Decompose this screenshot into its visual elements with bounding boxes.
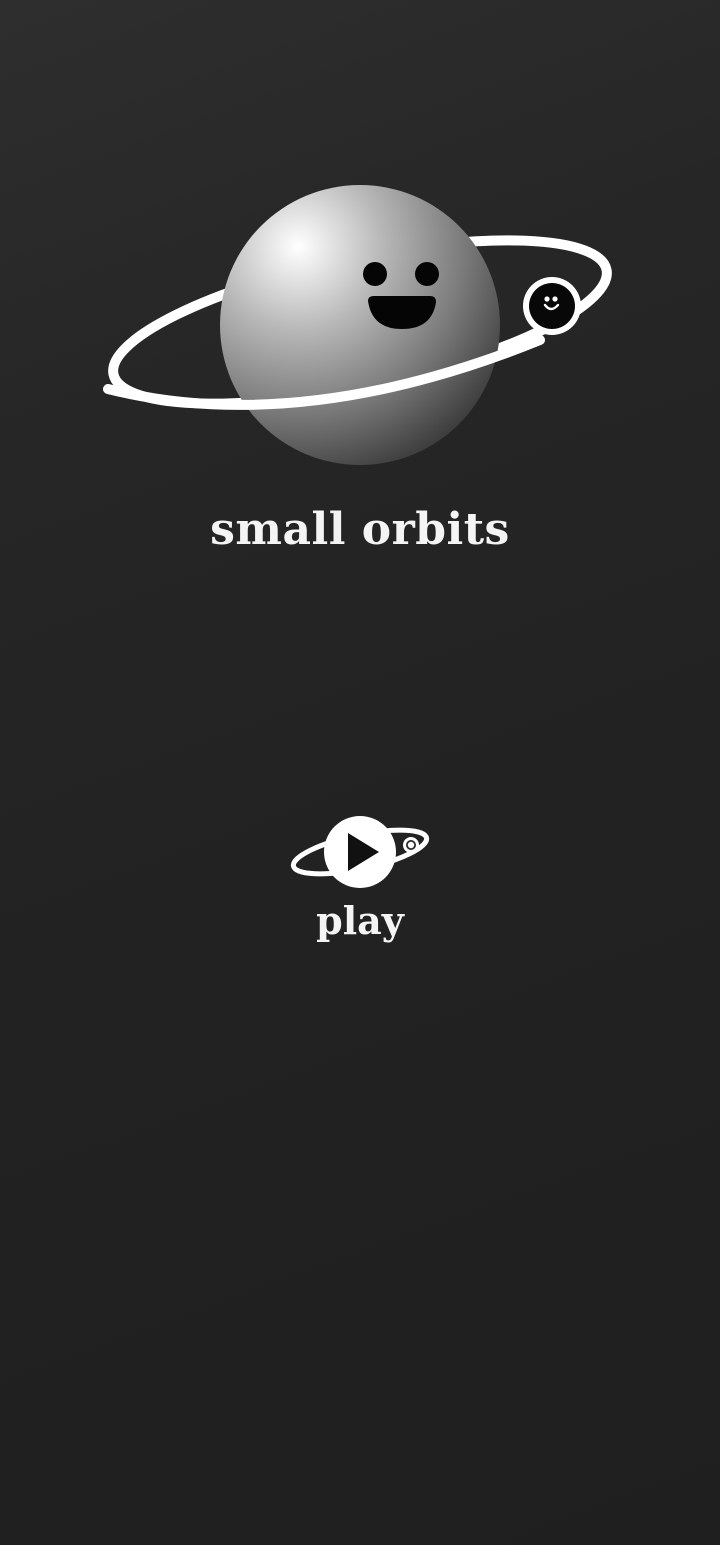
planet-left-eye [363,262,387,286]
logo-art [103,185,612,465]
play-triangle-icon [290,816,430,888]
planet-right-eye [415,262,439,286]
play-label: play [316,898,404,943]
main-menu-screen: small orbits play [0,0,720,1545]
moon-icon [523,277,581,335]
game-title: small orbits [210,504,510,555]
planet-icon [220,185,500,465]
play-button[interactable]: play [280,808,440,948]
